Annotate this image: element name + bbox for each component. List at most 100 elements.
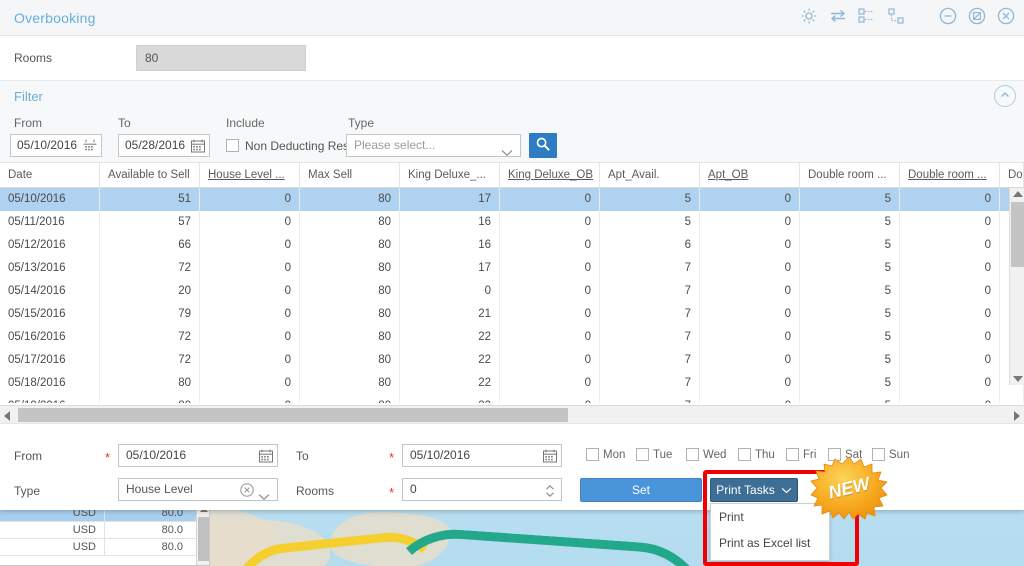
non-deducting-res-checkbox[interactable]	[226, 139, 239, 152]
chevron-down-icon[interactable]	[258, 487, 270, 508]
grid-column-header[interactable]: Double room ...	[900, 163, 1000, 188]
checkbox[interactable]	[636, 448, 649, 461]
scroll-up-arrow-icon[interactable]	[1013, 191, 1023, 197]
table-row[interactable]: 05/14/2016 20 0 80 0 0 7 0 5 0	[0, 280, 1024, 303]
table-cell: 80	[300, 349, 400, 372]
filter-from-date[interactable]: 05/10/2016	[10, 134, 102, 157]
table-row[interactable]: 05/13/2016 72 0 80 17 0 7 0 5 0	[0, 257, 1024, 280]
print-tasks-button[interactable]: Print Tasks	[710, 478, 798, 502]
day-checkbox-mon[interactable]: Mon	[586, 448, 625, 461]
table-cell-date: 05/10/2016	[0, 188, 100, 211]
background-rate-list[interactable]: USD 80.0 USD 80.0 USD 80.0	[0, 504, 210, 566]
stepper-arrows-icon[interactable]	[544, 483, 556, 506]
grid-column-header[interactable]: Max Sell	[300, 163, 400, 188]
clear-icon[interactable]	[239, 482, 255, 505]
table-cell: 57	[100, 211, 200, 234]
scrollbar-thumb[interactable]	[1011, 202, 1024, 267]
checkbox[interactable]	[786, 448, 799, 461]
scroll-down-arrow-icon[interactable]	[1013, 376, 1023, 382]
filter-type-select[interactable]: Please select...	[346, 134, 521, 157]
settings-icon[interactable]	[799, 6, 819, 26]
checkbox[interactable]	[738, 448, 751, 461]
table-cell: 0	[500, 211, 600, 234]
table-cell: 7	[600, 326, 700, 349]
grid-column-header[interactable]: Do	[1000, 163, 1024, 188]
grid-column-header[interactable]: Available to Sell	[100, 163, 200, 188]
table-row[interactable]: 05/19/2016800802207050	[0, 395, 1024, 403]
table-cell: 0	[900, 211, 1000, 234]
filter-to-value: 05/28/2016	[125, 138, 186, 152]
checkbox[interactable]	[686, 448, 699, 461]
scrollbar-thumb[interactable]	[198, 517, 209, 561]
grid-column-header[interactable]: Date	[0, 163, 100, 188]
table-row[interactable]: 05/15/2016 79 0 80 21 0 7 0 5 0	[0, 303, 1024, 326]
day-checkbox-thu[interactable]: Thu	[738, 448, 775, 461]
rooms-input[interactable]: 80	[136, 45, 306, 71]
scrollbar-thumb[interactable]	[18, 408, 568, 422]
day-label: Wed	[703, 448, 727, 461]
overbooking-grid: Date Available to Sell House Level ... Max …	[0, 163, 1024, 423]
calendar-icon[interactable]	[82, 138, 98, 161]
table-cell: 17	[400, 188, 500, 211]
grid-horizontal-scrollbar[interactable]	[0, 405, 1024, 423]
checkbox[interactable]	[586, 448, 599, 461]
layout-grid-icon[interactable]	[857, 6, 877, 26]
table-row[interactable]: 05/18/2016 80 0 80 22 0 7 0 5 0	[0, 372, 1024, 395]
table-cell: 0	[900, 280, 1000, 303]
day-label: Tue	[653, 448, 673, 461]
grid-column-header[interactable]: King Deluxe_OB	[500, 163, 600, 188]
close-button[interactable]	[996, 6, 1016, 26]
table-cell-date: 05/17/2016	[0, 349, 100, 372]
table-row[interactable]: 05/10/2016 51 0 80 17 0 5 0 5 0	[0, 188, 1024, 211]
swap-icon[interactable]	[828, 6, 848, 26]
collapse-panel-button[interactable]	[994, 85, 1016, 107]
list-item[interactable]: USD 80.0	[0, 522, 209, 539]
restore-button[interactable]	[967, 6, 987, 26]
editor-rooms-stepper[interactable]: 0	[402, 478, 562, 501]
table-row[interactable]: 05/11/2016 57 0 80 16 0 5 0 5 0	[0, 211, 1024, 234]
grid-column-header-label: King Deluxe_OB	[508, 169, 594, 181]
set-button[interactable]: Set	[580, 478, 702, 502]
layout-tree-icon[interactable]	[886, 6, 906, 26]
search-button[interactable]	[529, 133, 557, 158]
editor-type-select[interactable]: House Level	[118, 478, 278, 501]
filter-panel: Filter From 05/10/2016 To 05/28/2016 Inc…	[0, 81, 1024, 163]
table-row[interactable]: 05/12/2016 66 0 80 16 0 6 0 5 0	[0, 234, 1024, 257]
table-cell: 6	[600, 234, 700, 257]
day-checkbox-tue[interactable]: Tue	[636, 448, 672, 461]
table-cell: 5	[800, 326, 900, 349]
minimize-button[interactable]	[938, 6, 958, 26]
table-cell: 21	[400, 303, 500, 326]
editor-to-date[interactable]: 05/10/2016	[402, 444, 562, 467]
grid-column-header[interactable]: Double room ...	[800, 163, 900, 188]
calendar-icon[interactable]	[542, 448, 558, 471]
table-row[interactable]: 05/17/2016 72 0 80 22 0 7 0 5 0	[0, 349, 1024, 372]
non-deducting-res-label: Non Deducting Res	[245, 138, 350, 153]
background-list-scrollbar[interactable]	[196, 505, 209, 565]
table-cell: 0	[400, 280, 500, 303]
grid-column-header[interactable]: King Deluxe_...	[400, 163, 500, 188]
table-cell: 72	[100, 326, 200, 349]
scroll-left-arrow-icon[interactable]	[4, 411, 10, 421]
filter-to-date[interactable]: 05/28/2016	[118, 134, 210, 157]
grid-vertical-scrollbar[interactable]	[1009, 188, 1024, 385]
calendar-icon[interactable]	[190, 138, 206, 161]
filter-from-value: 05/10/2016	[17, 138, 78, 152]
editor-to-label: To	[296, 449, 309, 463]
grid-column-header[interactable]: House Level ...	[200, 163, 300, 188]
table-cell: 0	[200, 372, 300, 395]
grid-column-header[interactable]: Apt_OB	[700, 163, 800, 188]
calendar-icon[interactable]	[258, 448, 274, 471]
table-row[interactable]: 05/16/2016 72 0 80 22 0 7 0 5 0	[0, 326, 1024, 349]
list-item[interactable]: USD 80.0	[0, 539, 209, 556]
menu-item-print-excel[interactable]: Print as Excel list	[711, 530, 829, 556]
day-checkbox-wed[interactable]: Wed	[686, 448, 726, 461]
grid-column-header[interactable]: Apt_Avail.	[600, 163, 700, 188]
table-cell-date: 05/14/2016	[0, 280, 100, 303]
table-cell: 20	[100, 280, 200, 303]
editor-from-date[interactable]: 05/10/2016	[118, 444, 278, 467]
scroll-right-arrow-icon[interactable]	[1014, 411, 1020, 421]
table-cell: 0	[700, 326, 800, 349]
table-cell: 80	[300, 257, 400, 280]
table-cell: 0	[200, 211, 300, 234]
